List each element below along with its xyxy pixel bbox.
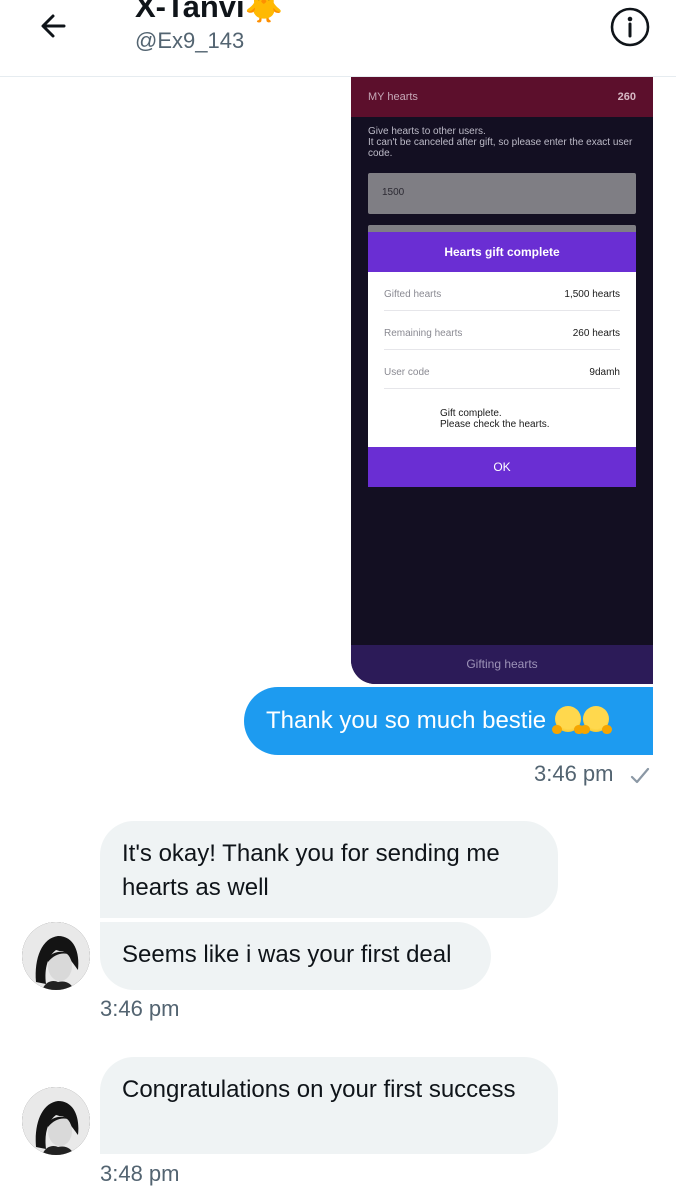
- conversation-handle[interactable]: @Ex9_143: [135, 28, 244, 54]
- info-icon[interactable]: [609, 6, 651, 48]
- my-hearts-bar: MY hearts 260: [351, 77, 653, 117]
- gift-complete-dialog: Hearts gift complete Gifted hearts 1,500…: [368, 232, 636, 487]
- dialog-ok-button: OK: [368, 447, 636, 487]
- my-hearts-label: MY hearts: [368, 91, 418, 103]
- received-message-text: Congratulations on your first success: [122, 1076, 516, 1103]
- dialog-title: Hearts gift complete: [368, 232, 636, 272]
- gifting-hearts-button: Gifting hearts: [351, 645, 653, 684]
- conversation-title[interactable]: X-Tanvi🐥: [135, 0, 283, 25]
- dialog-message: Gift complete. Please check the hearts.: [440, 408, 550, 430]
- conversation-header: X-Tanvi🐥 @Ex9_143: [0, 0, 676, 77]
- gift-description: Give hearts to other users. It can't be …: [368, 126, 633, 159]
- row-value: 260 hearts: [572, 328, 620, 339]
- received-timestamp: 3:48 pm: [100, 1161, 180, 1186]
- dialog-row: User code 9damh: [384, 350, 620, 389]
- received-timestamp: 3:46 pm: [100, 996, 180, 1021]
- sent-message-text: Thank you so much bestie: [266, 707, 547, 734]
- heart-amount-value: 1500: [382, 187, 405, 198]
- attached-screenshot-image[interactable]: MY hearts 260 Give hearts to other users…: [351, 77, 653, 684]
- my-hearts-value: 260: [617, 91, 636, 103]
- row-value: 9damh: [589, 367, 620, 378]
- dialog-message-line: Gift complete.: [440, 408, 502, 419]
- received-message-text: It's okay! Thank you for sending me hear…: [122, 840, 500, 901]
- received-message-bubble[interactable]: Congratulations on your first success: [100, 1057, 558, 1154]
- back-arrow-icon[interactable]: [34, 6, 74, 46]
- dialog-row: Gifted hearts 1,500 hearts: [384, 272, 620, 311]
- check-icon: [628, 764, 652, 788]
- dialog-message-line: Please check the hearts.: [440, 419, 550, 430]
- row-value: 1,500 hearts: [564, 289, 620, 300]
- row-key: Remaining hearts: [384, 328, 463, 339]
- row-key: User code: [384, 367, 430, 378]
- received-message-text: Seems like i was your first deal: [122, 941, 452, 968]
- row-key: Gifted hearts: [384, 289, 442, 300]
- sent-message-bubble[interactable]: Thank you so much bestie: [244, 687, 653, 755]
- hugging-face-icon: [579, 706, 612, 734]
- received-message-bubble[interactable]: Seems like i was your first deal: [100, 922, 491, 990]
- heart-amount-field: 1500: [368, 173, 636, 214]
- received-message-bubble[interactable]: It's okay! Thank you for sending me hear…: [100, 821, 558, 918]
- hugging-face-icon: [551, 706, 584, 734]
- avatar[interactable]: [22, 1087, 90, 1155]
- dialog-row: Remaining hearts 260 hearts: [384, 311, 620, 350]
- avatar[interactable]: [22, 922, 90, 990]
- sent-timestamp: 3:46 pm: [534, 761, 614, 786]
